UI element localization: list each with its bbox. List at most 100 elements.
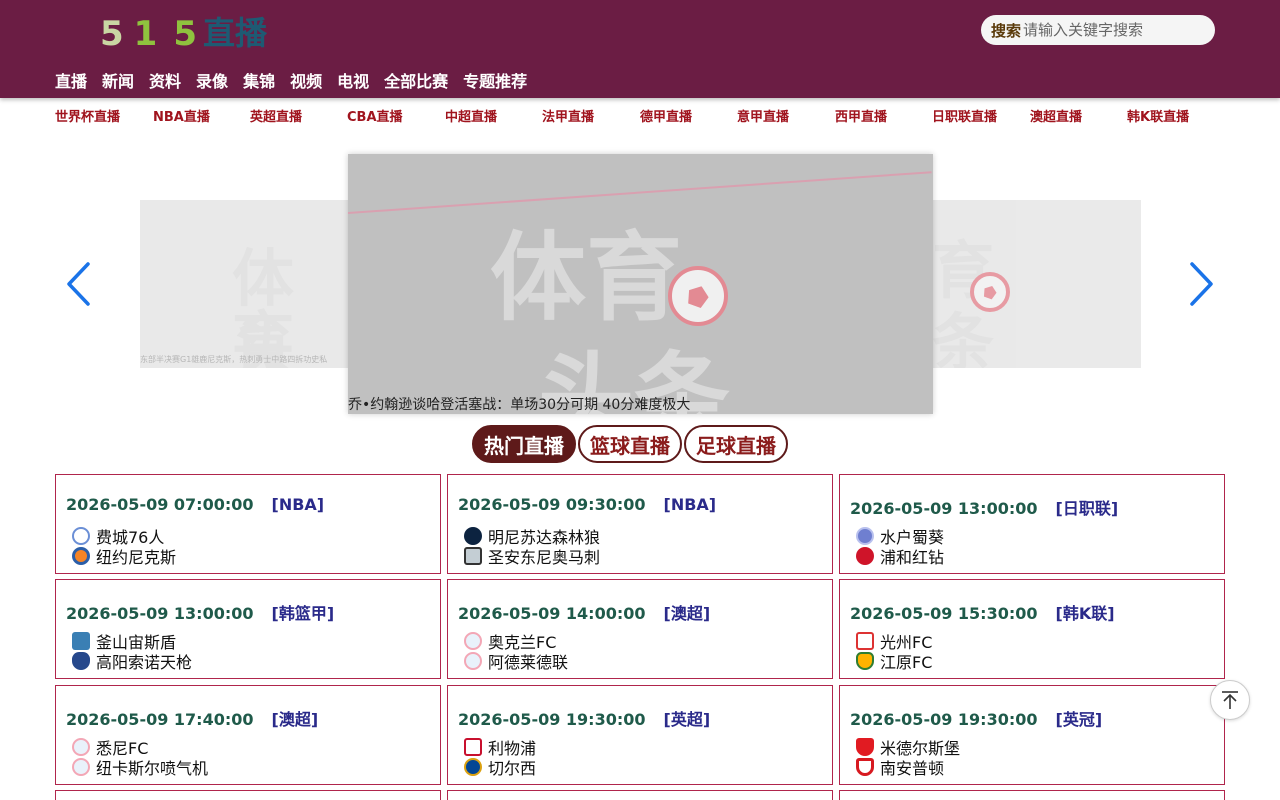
league-link-ligue1[interactable]: 法甲直播 [542,106,594,125]
match-header: 2026-05-09 15:30:00 [韩K联] [850,600,1115,624]
match-time: 2026-05-09 17:40:00 [66,710,254,729]
main-nav: 直播 新闻 资料 录像 集锦 视频 电视 全部比赛 专题推荐 [55,68,542,92]
away-team[interactable]: 切尔西 [464,755,536,779]
search-box: 搜索 [981,15,1215,45]
match-card[interactable]: 2026-05-09 15:30:00 [韩K联] 光州FC 江原FC [839,579,1225,679]
nav-item-news[interactable]: 新闻 [102,68,134,92]
away-team[interactable]: 纽约尼克斯 [72,544,176,568]
team-logo-icon [856,758,874,776]
away-team[interactable]: 浦和红钻 [856,544,944,568]
team-logo-icon [72,738,90,756]
league-link-worldcup[interactable]: 世界杯直播 [55,106,120,125]
nav-item-video[interactable]: 视频 [290,68,322,92]
match-card[interactable]: 2026-05-09 19:30:00 [英冠] 米德尔斯堡 南安普顿 [839,685,1225,785]
nav-item-topics[interactable]: 专题推荐 [463,68,527,92]
league-link-aleague[interactable]: 澳超直播 [1030,106,1082,125]
match-time: 2026-05-09 14:00:00 [458,604,646,623]
match-league[interactable]: [英超] [664,710,711,729]
search-label[interactable]: 搜索 [991,20,1021,41]
match-time: 2026-05-09 09:30:00 [458,495,646,514]
match-league[interactable]: [韩K联] [1056,604,1115,623]
away-team[interactable]: 纽卡斯尔喷气机 [72,755,208,779]
team-logo-icon [72,632,90,650]
chevron-left-icon [67,262,90,306]
match-card[interactable]: 2026-05-09 17:40:00 [澳超] 悉尼FC 纽卡斯尔喷气机 [55,685,441,785]
carousel-prev-button[interactable] [64,262,94,306]
match-time: 2026-05-09 19:30:00 [458,710,646,729]
back-to-top-button[interactable] [1210,680,1250,720]
tab-hot-live[interactable]: 热门直播 [472,425,576,463]
match-league[interactable]: [澳超] [664,604,711,623]
league-link-laliga[interactable]: 西甲直播 [835,106,887,125]
tab-basketball-live[interactable]: 篮球直播 [578,425,682,463]
league-link-jleague[interactable]: 日职联直播 [932,106,997,125]
team-logo-icon [856,527,874,545]
team-logo-icon [856,652,874,670]
match-card[interactable]: 2026-05-09 07:00:00 [NBA] 费城76人 纽约尼克斯 [55,474,441,574]
carousel-next-button[interactable] [1186,262,1216,306]
team-logo-icon [464,758,482,776]
away-team[interactable]: 阿德莱德联 [464,649,568,673]
chevron-right-icon [1190,262,1213,306]
match-card[interactable]: 2026-05-09 09:30:00 [NBA] 明尼苏达森林狼 圣安东尼奥马刺 [447,474,833,574]
match-card[interactable] [55,790,441,800]
match-league[interactable]: [日职联] [1056,499,1119,518]
league-link-seriea[interactable]: 意甲直播 [737,106,789,125]
slide-caption[interactable]: 乔•约翰逊谈哈登活塞战：单场30分可期 40分难度极大 [348,394,690,414]
live-tabs: 热门直播 篮球直播 足球直播 [472,425,790,463]
carousel-slide-prev[interactable]: 体育 头条 东部半决赛G1雄鹿尼克斯，热刺勇士中路四拆功史私 [140,200,350,368]
match-header: 2026-05-09 19:30:00 [英冠] [850,706,1102,730]
tab-football-live[interactable]: 足球直播 [684,425,788,463]
match-league[interactable]: [NBA] [664,495,717,514]
nav-item-tv[interactable]: 电视 [337,68,369,92]
nav-item-live[interactable]: 直播 [55,68,87,92]
match-card[interactable]: 2026-05-09 14:00:00 [澳超] 奥克兰FC 阿德莱德联 [447,579,833,679]
match-time: 2026-05-09 15:30:00 [850,604,1038,623]
league-link-csl[interactable]: 中超直播 [445,106,497,125]
match-card[interactable] [839,790,1225,800]
away-team[interactable]: 高阳索诺天枪 [72,649,192,673]
league-link-nba[interactable]: NBA直播 [153,106,210,125]
league-link-kleague[interactable]: 韩K联直播 [1127,106,1189,125]
league-link-bundesliga[interactable]: 德甲直播 [640,106,692,125]
team-name: 纽约尼克斯 [96,548,177,567]
slide-watermark: 体育 [490,222,682,334]
team-logo-icon [856,632,874,650]
match-league[interactable]: [英冠] [1056,710,1103,729]
team-name: 浦和红钻 [880,548,945,567]
away-team[interactable]: 江原FC [856,649,932,673]
away-team[interactable]: 圣安东尼奥马刺 [464,544,600,568]
match-card[interactable]: 2026-05-09 19:30:00 [英超] 利物浦 切尔西 [447,685,833,785]
team-logo-icon [72,547,90,565]
nav-item-highlights[interactable]: 集锦 [243,68,275,92]
search-input[interactable] [1023,21,1204,39]
league-link-epl[interactable]: 英超直播 [250,106,302,125]
carousel-slide-active[interactable]: 体育 头条 乔•约翰逊谈哈登活塞战：单场30分可期 40分难度极大 [348,154,933,414]
match-header: 2026-05-09 17:40:00 [澳超] [66,706,318,730]
match-header: 2026-05-09 13:00:00 [韩篮甲] [66,600,334,624]
match-time: 2026-05-09 13:00:00 [850,499,1038,518]
match-header: 2026-05-09 09:30:00 [NBA] [458,495,716,514]
carousel-slide-next[interactable]: 体育 头条 [930,200,1141,368]
match-card[interactable]: 2026-05-09 13:00:00 [韩篮甲] 釜山宙斯盾 高阳索诺天枪 [55,579,441,679]
nav-item-all-matches[interactable]: 全部比赛 [384,68,448,92]
away-team[interactable]: 南安普顿 [856,755,944,779]
arrow-up-to-top-icon [1222,691,1238,709]
team-logo-icon [856,547,874,565]
match-league[interactable]: [澳超] [272,710,319,729]
site-logo[interactable]: 5 1 5 直播 [100,10,267,54]
match-card[interactable]: 2026-05-09 13:00:00 [日职联] 水户蜀葵 浦和红钻 [839,474,1225,574]
match-league[interactable]: [韩篮甲] [272,604,335,623]
match-card[interactable] [447,790,833,800]
league-link-cba[interactable]: CBA直播 [347,106,403,125]
team-name: 阿德莱德联 [488,653,569,672]
team-logo-icon [464,527,482,545]
nav-item-data[interactable]: 资料 [149,68,181,92]
team-name: 江原FC [880,653,933,672]
team-logo-icon [72,758,90,776]
logo-digit-2: 1 [133,14,158,54]
team-logo-icon [72,527,90,545]
nav-item-replay[interactable]: 录像 [196,68,228,92]
team-logo-icon [72,652,90,670]
match-league[interactable]: [NBA] [272,495,325,514]
